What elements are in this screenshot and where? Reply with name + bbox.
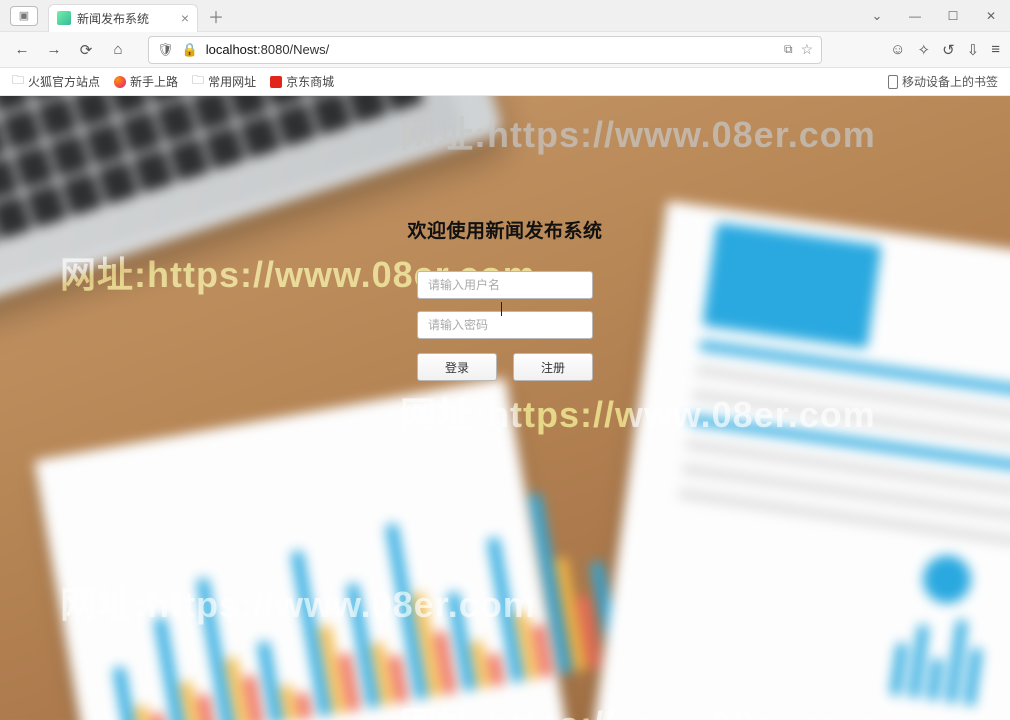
close-window-button[interactable]: ✕	[972, 2, 1010, 30]
password-input[interactable]	[417, 311, 593, 339]
window-controls: ⌄ — ☐ ✕	[858, 2, 1010, 30]
home-button[interactable]: ⌂	[106, 38, 130, 62]
tab-close-icon[interactable]: ×	[181, 10, 189, 26]
menu-icon[interactable]: ≡	[991, 41, 1000, 58]
browser-tab[interactable]: 新闻发布系统 ×	[48, 4, 198, 32]
login-heading: 欢迎使用新闻发布系统	[407, 216, 602, 243]
url-text: localhost:8080/News/	[206, 42, 776, 57]
new-tab-button[interactable]: ＋	[204, 4, 228, 28]
bookmark-getting-started[interactable]: 新手上路	[114, 73, 178, 90]
watermark: 网址:https://www.08er.com	[60, 576, 536, 628]
bookmark-jd[interactable]: 京东商城	[270, 73, 334, 90]
username-input[interactable]	[417, 271, 593, 299]
minimize-button[interactable]: —	[896, 2, 934, 30]
watermark: 网址:https://www.08er.com	[400, 106, 876, 158]
tab-favicon	[57, 11, 71, 25]
screenshot-button[interactable]: ▣	[10, 6, 38, 26]
qr-icon[interactable]: ⧉	[784, 42, 793, 57]
register-button[interactable]: 注册	[513, 353, 593, 381]
bookmark-common-sites[interactable]: 🗀常用网址	[192, 71, 256, 92]
toolbar: ← → ⟳ ⌂ 🛡 🔒 localhost:8080/News/ ⧉ ☆ ☺ ✧…	[0, 32, 1010, 68]
mobile-icon	[888, 75, 898, 89]
login-button[interactable]: 登录	[417, 353, 497, 381]
extensions-icon[interactable]: ✧	[918, 41, 931, 59]
page-viewport: 网址:https://www.08er.com 网址:https://www.0…	[0, 96, 1010, 720]
lock-icon[interactable]: 🔒	[182, 42, 198, 58]
maximize-button[interactable]: ☐	[934, 2, 972, 30]
downloads-icon[interactable]: ⇩	[967, 41, 980, 59]
tab-title: 新闻发布系统	[77, 10, 175, 27]
bookmarks-bar: 🗀火狐官方站点 新手上路 🗀常用网址 京东商城 移动设备上的书签	[0, 68, 1010, 96]
back-button[interactable]: ←	[10, 38, 34, 62]
titlebar: ▣ 新闻发布系统 × ＋ ⌄ — ☐ ✕	[0, 0, 1010, 32]
account-icon[interactable]: ☺	[890, 41, 905, 58]
shield-icon[interactable]: 🛡	[157, 42, 174, 58]
watermark: 网址:https://www.08er.com	[400, 386, 876, 438]
login-form: 欢迎使用新闻发布系统 登录 注册	[375, 216, 635, 381]
text-cursor	[501, 302, 502, 316]
bookmark-star-icon[interactable]: ☆	[801, 41, 814, 58]
chevron-down-icon[interactable]: ⌄	[858, 2, 896, 30]
bookmark-firefox-official[interactable]: 🗀火狐官方站点	[12, 71, 100, 92]
watermark: 网址:https://www.08er.com	[400, 696, 876, 720]
mobile-bookmarks[interactable]: 移动设备上的书签	[888, 73, 998, 90]
address-bar[interactable]: 🛡 🔒 localhost:8080/News/ ⧉ ☆	[148, 36, 822, 64]
forward-button[interactable]: →	[42, 38, 66, 62]
history-icon[interactable]: ↺	[942, 41, 955, 59]
reload-button[interactable]: ⟳	[74, 38, 98, 62]
